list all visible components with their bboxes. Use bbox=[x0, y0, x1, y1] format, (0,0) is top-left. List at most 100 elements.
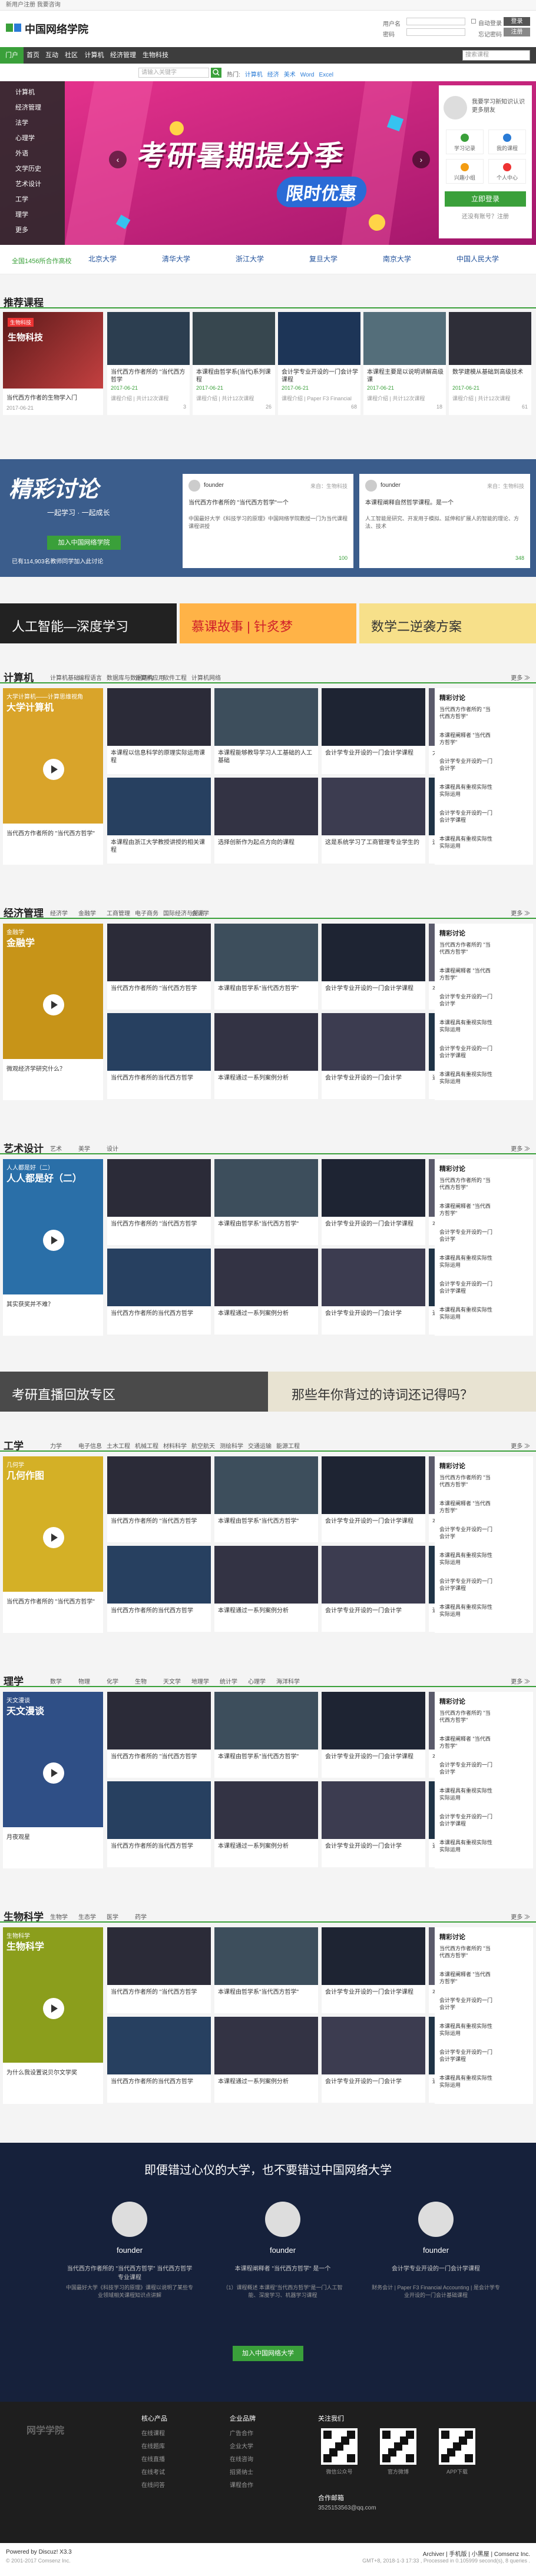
category-item[interactable]: 法学 bbox=[0, 117, 65, 130]
search-icon[interactable] bbox=[211, 68, 221, 78]
course-card[interactable]: 本课程通过一系列案例分析 bbox=[214, 1781, 318, 1867]
hero-prev-arrow[interactable]: ‹ bbox=[109, 151, 127, 168]
play-icon[interactable] bbox=[43, 1762, 64, 1784]
course-card[interactable]: 选择创新作为起点方向的课程 bbox=[214, 778, 318, 864]
discussion-line[interactable]: 会计学专业开设的一门会计学课程 bbox=[439, 1045, 495, 1059]
footer-link[interactable]: 招贤纳士 bbox=[230, 2467, 253, 2476]
discussion-line[interactable]: 本课程具有重视实际性实际运用 bbox=[439, 1306, 495, 1320]
discussion-line[interactable]: 本课程具有重视实际性实际运用 bbox=[439, 1019, 495, 1033]
section-subtab[interactable]: 医学 bbox=[107, 1912, 118, 1921]
category-item[interactable]: 文学历史 bbox=[0, 162, 65, 176]
discussion-line[interactable]: 本课程具有重视实际性实际运用 bbox=[439, 1071, 495, 1085]
password-field[interactable] bbox=[406, 28, 465, 36]
nav-item[interactable]: 生物科技 bbox=[139, 47, 172, 64]
discussion-line[interactable]: 本课程具有重视实际性实际运用 bbox=[439, 784, 495, 798]
section-feature[interactable]: 金融学 金融学 微观经济学研究什么？ bbox=[3, 924, 103, 1100]
section-subtab[interactable]: 电子信息 bbox=[78, 1441, 102, 1450]
discussion-line[interactable]: 当代西方作者所的 "当代西方哲学" bbox=[439, 1474, 495, 1488]
course-card[interactable]: 会计学专业开设的一门会计学课程 bbox=[322, 1692, 425, 1778]
section-subtab[interactable]: 生物 bbox=[135, 1677, 147, 1685]
section-feature[interactable]: 生物科学 生物科学 为什么我设置说贝尔文学奖 bbox=[3, 1927, 103, 2104]
play-icon[interactable] bbox=[43, 759, 64, 780]
section-subtab[interactable]: 航空航天 bbox=[191, 1441, 215, 1450]
poetry-banner[interactable]: 那些年你背过的诗词还记得吗？ bbox=[268, 1372, 536, 1412]
partner-logo[interactable]: 南京大学 bbox=[383, 251, 411, 267]
nav-item[interactable]: 计算机 bbox=[81, 47, 107, 64]
course-card[interactable]: 本课程通过一系列案例分析 bbox=[214, 1546, 318, 1632]
section-subtab[interactable]: 工商管理 bbox=[107, 908, 130, 917]
discussion-line[interactable]: 本课程具有重视实际性实际运用 bbox=[439, 1839, 495, 1853]
qr-code[interactable] bbox=[380, 2428, 416, 2465]
course-card[interactable]: 会计学专业开设的一门会计学 bbox=[322, 1249, 425, 1335]
section-subtab[interactable]: 交通运输 bbox=[248, 1441, 272, 1450]
discussion-line[interactable]: 当代西方作者所的 "当代西方哲学" bbox=[439, 1709, 495, 1724]
footer-contact[interactable]: 3525153563@qq.com bbox=[318, 2505, 376, 2511]
footer-link[interactable]: 在线考试 bbox=[141, 2467, 165, 2476]
course-card[interactable]: 当代西方作者所的 "当代西方哲学 2017-06-21 课程介绍 | 共计12次课程… bbox=[107, 312, 190, 415]
footer-link[interactable]: 广告合作 bbox=[230, 2428, 253, 2437]
category-item[interactable]: 工学 bbox=[0, 193, 65, 207]
discussion-line[interactable]: 会计学专业开设的一门会计学 bbox=[439, 993, 495, 1007]
discussion-line[interactable]: 本课程阐释者 "当代西方哲学" bbox=[439, 1500, 495, 1514]
course-card[interactable]: 本课程由哲学系"当代西方哲学" bbox=[214, 1456, 318, 1542]
category-item[interactable]: 更多 bbox=[0, 224, 65, 237]
course-card[interactable]: 这是系统学习了工商管理专业学生的 bbox=[322, 778, 425, 864]
username-field[interactable] bbox=[406, 18, 465, 25]
discussion-line[interactable]: 本课程具有重视实际性实际运用 bbox=[439, 1254, 495, 1269]
discussion-line[interactable]: 会计学专业开设的一门会计学 bbox=[439, 758, 495, 772]
footer-link[interactable]: 在线问答 bbox=[141, 2480, 165, 2489]
discussion-line[interactable]: 会计学专业开设的一门会计学课程 bbox=[439, 1813, 495, 1827]
section-subtab[interactable]: 生物学 bbox=[50, 1912, 68, 1921]
course-card[interactable]: 本课程由哲学系"当代西方哲学" bbox=[214, 1159, 318, 1245]
discussion-line[interactable]: 本课程阐释者 "当代西方哲学" bbox=[439, 732, 495, 746]
discussion-line[interactable]: 本课程具有重视实际性实际运用 bbox=[439, 1604, 495, 1618]
discussion-line[interactable]: 本课程阐释者 "当代西方哲学" bbox=[439, 1203, 495, 1217]
discussion-line[interactable]: 本课程具有重视实际性实际运用 bbox=[439, 2074, 495, 2089]
section-subtab[interactable]: 艺术 bbox=[50, 1144, 62, 1153]
course-card[interactable]: 会计学专业开设的一门会计学课程 2017-06-21 课程介绍 | Paper F3… bbox=[278, 312, 360, 415]
category-item[interactable]: 经济管理 bbox=[0, 101, 65, 115]
section-subtab[interactable]: 测绘科学 bbox=[220, 1441, 243, 1450]
course-card[interactable]: 会计学专业开设的一门会计学课程 bbox=[322, 1927, 425, 2013]
nav-item[interactable]: 首页 bbox=[24, 47, 42, 64]
course-card[interactable]: 会计学专业开设的一门会计学课程 bbox=[322, 688, 425, 774]
section-subtab[interactable]: 药学 bbox=[135, 1912, 147, 1921]
play-icon[interactable] bbox=[43, 1230, 64, 1251]
section-subtab[interactable]: 计算机应用 bbox=[135, 673, 164, 682]
nav-item[interactable]: 互动 bbox=[42, 47, 61, 64]
section-subtab[interactable]: 力学 bbox=[50, 1441, 62, 1450]
more-link[interactable]: 更多 ≫ bbox=[511, 908, 530, 917]
nav-item[interactable]: 门户 bbox=[0, 47, 24, 64]
discussion-line[interactable]: 本课程具有重视实际性实际运用 bbox=[439, 1787, 495, 1801]
top-links[interactable]: 新用户注册 我要咨询 bbox=[6, 2, 61, 8]
course-card[interactable]: 本课程通过一系列案例分析 bbox=[214, 1013, 318, 1099]
course-card[interactable]: 当代西方作者所的 "当代西方哲学 bbox=[107, 1159, 211, 1245]
category-item[interactable]: 计算机 bbox=[0, 86, 65, 99]
discussion-line[interactable]: 本课程阐释者 "当代西方哲学" bbox=[439, 1971, 495, 1985]
course-card[interactable]: 会计学专业开设的一门会计学 bbox=[322, 1013, 425, 1099]
footer-link[interactable]: 在线咨询 bbox=[230, 2454, 253, 2463]
section-subtab[interactable]: 数学 bbox=[50, 1677, 62, 1685]
remember-checkbox[interactable] bbox=[471, 19, 476, 24]
course-card[interactable]: 当代西方作者所的 "当代西方哲学 bbox=[107, 1456, 211, 1542]
course-card[interactable]: 本课程能够教导学习人工基础的人工基础 bbox=[214, 688, 318, 774]
section-feature[interactable]: 天文漫谈 天文漫谈 月夜观星 bbox=[3, 1692, 103, 1868]
quick-link[interactable]: 我的课程 bbox=[488, 130, 526, 154]
nav-search-input[interactable]: 搜索课程 bbox=[462, 50, 530, 61]
course-card[interactable]: 会计学专业开设的一门会计学课程 bbox=[322, 1159, 425, 1245]
play-icon[interactable] bbox=[43, 1998, 64, 2019]
hot-keyword[interactable]: 美术 bbox=[284, 72, 296, 78]
play-icon[interactable] bbox=[43, 994, 64, 1015]
course-card[interactable]: 当代西方作者所的当代西方哲学 bbox=[107, 1781, 211, 1867]
discussion-line[interactable]: 会计学专业开设的一门会计学 bbox=[439, 1761, 495, 1775]
quick-link[interactable]: 个人中心 bbox=[488, 159, 526, 184]
banner-mooc[interactable]: 慕课故事 | 针炙梦 bbox=[180, 603, 356, 643]
section-subtab[interactable]: 设计 bbox=[107, 1144, 118, 1153]
discussion-line[interactable]: 本课程具有重视实际性实际运用 bbox=[439, 835, 495, 849]
nav-item[interactable]: 社区 bbox=[61, 47, 81, 64]
course-card[interactable]: 会计学专业开设的一门会计学课程 bbox=[322, 924, 425, 1010]
discussion-line[interactable]: 当代西方作者所的 "当代西方哲学" bbox=[439, 706, 495, 720]
course-card[interactable]: 本课程以信息科学的原理实际运用课程 bbox=[107, 688, 211, 774]
course-card[interactable]: 本课程由哲学系"当代西方哲学" bbox=[214, 1692, 318, 1778]
course-card[interactable]: 本课程主要是以说明讲解高级课 2017-06-21 课程介绍 | 共计12次课程 18 bbox=[363, 312, 446, 415]
